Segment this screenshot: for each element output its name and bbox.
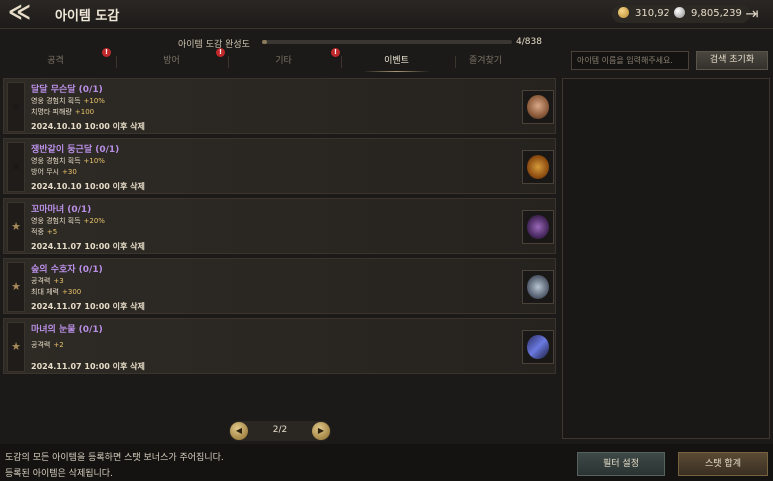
page-title: 아이템 도감 [55, 9, 120, 24]
tab-defense[interactable]: 방어 [116, 50, 227, 72]
witch-hat-item-icon [527, 215, 549, 239]
info-text: 등록된 아이템은 삭제됩니다. [5, 469, 113, 479]
item-stat: 영웅 경험치 획득 +10% [31, 97, 105, 105]
favorite-star-icon[interactable]: ★ [7, 142, 25, 192]
favorite-star-icon[interactable]: ★ [7, 82, 25, 132]
item-name: 숲의 수호자 (0/1) [31, 265, 103, 275]
item-expiry-date: 2024.11.07 10:00 이후 삭제 [31, 302, 145, 311]
arrow-left-icon: ◀ [235, 426, 243, 435]
gem-icon [674, 7, 685, 18]
item-name: 쟁반같이 둥근달 (0/1) [31, 145, 120, 155]
pagination: 2/2 ◀ ▶ [229, 421, 331, 441]
forest-guardian-item-icon [527, 275, 549, 299]
item-expiry-date: 2024.10.10 10:00 이후 삭제 [31, 122, 145, 131]
back-chevron-icon: ≪ [8, 0, 32, 25]
filter-settings-button[interactable]: 필터 설정 [577, 452, 665, 476]
favorite-star-icon[interactable]: ★ [7, 202, 25, 252]
tab-etc-alert-badge: ! [331, 48, 340, 57]
item-stat: 공격력 +3 [31, 277, 64, 285]
item-stat: 공격력 +2 [31, 341, 64, 349]
info-text: 도감의 모든 아이템을 등록하면 스탯 보너스가 주어집니다. [5, 453, 224, 463]
list-item[interactable]: ★ 꼬마마녀 (0/1) 영웅 경험치 획득 +20% 적중 +5 2024.11.… [3, 198, 556, 254]
list-item[interactable]: ★ 쟁반같이 둥근달 (0/1) 영웅 경험치 획득 +10% 방어 무시 +30 … [3, 138, 556, 194]
completion-label: 아이템 도감 완성도 [178, 40, 250, 50]
list-item[interactable]: ★ 마녀의 눈물 (0/1) 공격력 +2 2024.11.07 10:00 이후… [3, 318, 556, 374]
arrow-right-icon: ▶ [317, 426, 325, 435]
item-stat: 영웅 경험치 획득 +20% [31, 217, 105, 225]
tab-label: 공격 [47, 56, 64, 66]
completion-progress-fill [262, 40, 267, 44]
tab-favorites[interactable]: 즐겨찾기 [430, 50, 541, 72]
prev-page-button[interactable]: ◀ [230, 422, 248, 440]
tab-label: 기타 [275, 56, 292, 66]
category-tabs: 공격 ! 방어 ! 기타 ! 이벤트 즐겨찾기 [0, 48, 558, 72]
back-button[interactable]: ≪ [8, 2, 42, 26]
item-stat: 영웅 경험치 획득 +10% [31, 157, 105, 165]
macaron-item-icon [527, 95, 549, 119]
item-name: 꼬마마녀 (0/1) [31, 205, 92, 215]
item-stat: 방어 무시 +30 [31, 168, 77, 176]
item-thumbnail[interactable] [522, 210, 554, 244]
next-page-button[interactable]: ▶ [312, 422, 330, 440]
moon-rabbit-item-icon [527, 155, 549, 179]
item-thumbnail[interactable] [522, 330, 554, 364]
favorite-star-icon[interactable]: ★ [7, 322, 25, 372]
gold-coin-icon [618, 7, 629, 18]
stat-total-button[interactable]: 스탯 합계 [678, 452, 768, 476]
tab-label: 방어 [163, 56, 180, 66]
search-reset-button[interactable]: 검색 초기화 [696, 51, 768, 70]
item-stat: 최대 체력 +300 [31, 288, 82, 296]
item-stat: 적중 +5 [31, 228, 58, 236]
tab-attack[interactable]: 공격 [0, 50, 111, 72]
tab-etc[interactable]: 기타 [228, 50, 339, 72]
item-expiry-date: 2024.10.10 10:00 이후 삭제 [31, 182, 145, 191]
item-name: 마녀의 눈물 (0/1) [31, 325, 103, 335]
exit-button[interactable]: ⇥ [740, 3, 764, 25]
completion-progress-bar [262, 40, 512, 44]
item-expiry-date: 2024.11.07 10:00 이후 삭제 [31, 242, 145, 251]
list-item[interactable]: ★ 달달 무슨달 (0/1) 영웅 경험치 획득 +10% 치명타 피해량 +100… [3, 78, 556, 134]
completion-count: 4/838 [516, 37, 542, 47]
item-thumbnail[interactable] [522, 90, 554, 124]
tab-label: 이벤트 [384, 56, 409, 66]
list-item[interactable]: ★ 숲의 수호자 (0/1) 공격력 +3 최대 체력 +300 2024.11.0… [3, 258, 556, 314]
item-stat: 치명타 피해량 +100 [31, 108, 95, 116]
gem-amount: 9,805,239 [691, 8, 742, 19]
exit-icon: ⇥ [745, 4, 759, 23]
favorite-star-icon[interactable]: ★ [7, 262, 25, 312]
tab-defense-alert-badge: ! [216, 48, 225, 57]
item-name: 달달 무슨달 (0/1) [31, 85, 103, 95]
item-thumbnail[interactable] [522, 150, 554, 184]
gem-currency: 9,805,239 [668, 5, 750, 23]
search-input[interactable] [571, 51, 689, 70]
witch-tear-item-icon [527, 335, 549, 359]
top-bar: ≪ 아이템 도감 310,926 9,805,239 ⇥ [0, 0, 773, 29]
item-expiry-date: 2024.11.07 10:00 이후 삭제 [31, 362, 145, 371]
tab-attack-alert-badge: ! [102, 48, 111, 57]
item-thumbnail[interactable] [522, 270, 554, 304]
item-detail-panel [562, 78, 770, 439]
tab-label: 즐겨찾기 [468, 56, 503, 66]
